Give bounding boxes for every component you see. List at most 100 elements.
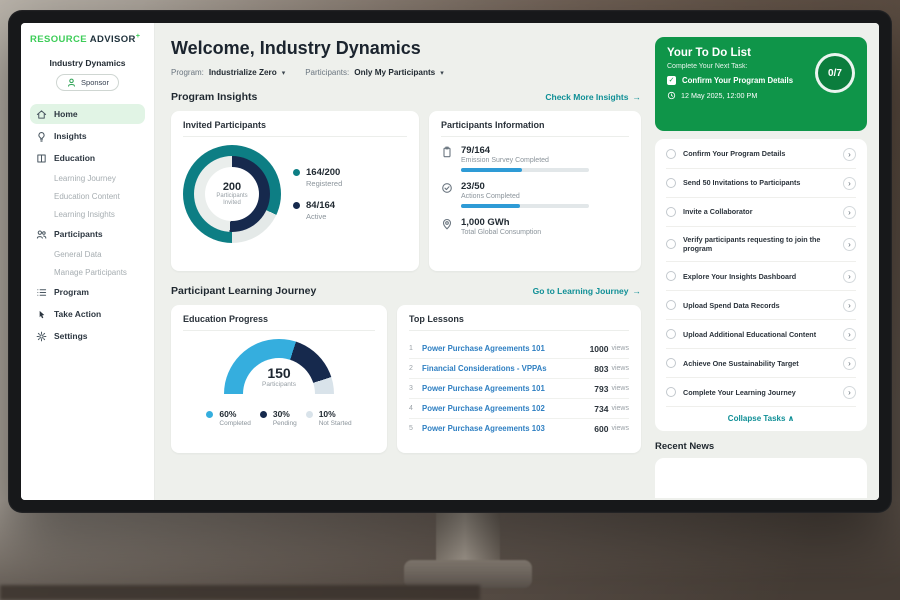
checkbox-icon[interactable] xyxy=(666,387,676,397)
person-icon xyxy=(66,77,77,88)
task-row[interactable]: Confirm Your Program Details › xyxy=(666,140,856,169)
lesson-row[interactable]: 1 Power Purchase Agreements 101 1000 vie… xyxy=(409,339,629,359)
lesson-link[interactable]: Power Purchase Agreements 101 xyxy=(422,384,594,393)
dashboard-screen: RESOURCE ADVISOR+ Industry Dynamics Spon… xyxy=(21,23,879,500)
education-gauge-chart: 150 Participants xyxy=(224,339,334,403)
legend-active: 84/164 Active xyxy=(293,200,342,221)
legend-value: 10% xyxy=(319,409,352,419)
legend-dot xyxy=(306,411,313,418)
sidebar-item-take-action[interactable]: Take Action xyxy=(30,304,145,324)
todo-progress-ring: 0/7 xyxy=(815,53,855,93)
program-insights-header: Program Insights Check More Insights → xyxy=(171,91,641,103)
check-more-insights-link[interactable]: Check More Insights → xyxy=(545,92,641,102)
stat-label: Emission Survey Completed xyxy=(461,157,589,164)
insights-cards-row: Invited Participants 200 Participants In… xyxy=(171,111,641,271)
sidebar-item-education[interactable]: Education xyxy=(30,148,145,168)
task-label: Explore Your Insights Dashboard xyxy=(683,272,836,282)
lesson-rank: 4 xyxy=(409,405,422,412)
sidebar-item-program[interactable]: Program xyxy=(30,282,145,302)
gauge-center-value: 150 xyxy=(224,365,334,381)
sidebar-item-label: Participants xyxy=(54,229,103,239)
sidebar-item-education-content[interactable]: Education Content xyxy=(30,188,145,204)
stat-global-consumption: 1,000 GWh Total Global Consumption xyxy=(441,217,629,236)
program-dropdown[interactable]: Program: Industrialize Zero ▾ xyxy=(171,68,285,77)
logo-plus: + xyxy=(136,33,141,40)
sidebar-item-participants[interactable]: Participants xyxy=(30,224,145,244)
arrow-right-icon: → xyxy=(633,92,642,102)
monitor-stand-base xyxy=(404,560,532,588)
sidebar-item-settings[interactable]: Settings xyxy=(30,326,145,346)
sidebar-item-label: Insights xyxy=(54,131,87,141)
checkbox-icon[interactable] xyxy=(666,329,676,339)
learning-journey-header: Participant Learning Journey Go to Learn… xyxy=(171,285,641,297)
lesson-link[interactable]: Financial Considerations - VPPAs xyxy=(422,364,594,373)
sidebar-item-label: Settings xyxy=(54,331,88,341)
legend-not-started: 10% Not Started xyxy=(306,409,352,427)
go-to-learning-journey-link[interactable]: Go to Learning Journey → xyxy=(533,286,641,296)
arrow-right-icon: → xyxy=(633,286,642,296)
chevron-right-icon[interactable]: › xyxy=(843,270,856,283)
lesson-link[interactable]: Power Purchase Agreements 101 xyxy=(422,344,590,353)
sidebar-item-manage-participants[interactable]: Manage Participants xyxy=(30,264,145,280)
progress-bar-fill xyxy=(461,168,522,172)
checkbox-checked-icon[interactable]: ✓ xyxy=(667,76,676,85)
chevron-down-icon: ▾ xyxy=(282,69,286,77)
legend-label: Pending xyxy=(273,420,297,427)
sidebar-item-learning-journey[interactable]: Learning Journey xyxy=(30,170,145,186)
checkbox-icon[interactable] xyxy=(666,178,676,188)
chevron-right-icon[interactable]: › xyxy=(843,148,856,161)
lesson-views: 803 xyxy=(594,364,608,374)
chevron-right-icon[interactable]: › xyxy=(843,357,856,370)
sidebar-item-insights[interactable]: Insights xyxy=(30,126,145,146)
app-logo: RESOURCE ADVISOR+ xyxy=(30,33,145,45)
task-label: Send 50 Invitations to Participants xyxy=(683,178,836,188)
top-lessons-card: Top Lessons 1 Power Purchase Agreements … xyxy=(397,305,641,453)
task-row[interactable]: Upload Additional Educational Content › xyxy=(666,320,856,349)
checkbox-icon[interactable] xyxy=(666,358,676,368)
checkbox-icon[interactable] xyxy=(666,149,676,159)
clipboard-icon xyxy=(441,146,453,158)
invited-donut-chart: 200 Participants Invited xyxy=(183,145,281,243)
chevron-right-icon[interactable]: › xyxy=(843,386,856,399)
task-row[interactable]: Explore Your Insights Dashboard › xyxy=(666,262,856,291)
participants-value: Only My Participants xyxy=(354,68,435,77)
checkbox-icon[interactable] xyxy=(666,271,676,281)
participants-label: Participants: xyxy=(305,68,349,77)
stat-value: 79/164 xyxy=(461,145,589,156)
lesson-row[interactable]: 5 Power Purchase Agreements 103 600 view… xyxy=(409,419,629,438)
chevron-right-icon[interactable]: › xyxy=(843,206,856,219)
task-row[interactable]: Invite a Collaborator › xyxy=(666,198,856,227)
task-row[interactable]: Verify participants requesting to join t… xyxy=(666,227,856,262)
checkbox-icon[interactable] xyxy=(666,207,676,217)
stat-value: 23/50 xyxy=(461,181,589,192)
sponsor-badge: Sponsor xyxy=(56,74,119,91)
lesson-link[interactable]: Power Purchase Agreements 103 xyxy=(422,424,594,433)
lesson-row[interactable]: 4 Power Purchase Agreements 102 734 view… xyxy=(409,399,629,419)
sidebar-item-home[interactable]: Home xyxy=(30,104,145,124)
chevron-right-icon[interactable]: › xyxy=(843,177,856,190)
lesson-row[interactable]: 3 Power Purchase Agreements 101 793 view… xyxy=(409,379,629,399)
donut-center-label: Participants Invited xyxy=(210,193,254,208)
chevron-right-icon[interactable]: › xyxy=(843,328,856,341)
task-row[interactable]: Upload Spend Data Records › xyxy=(666,291,856,320)
collapse-tasks-link[interactable]: Collapse Tasks ∧ xyxy=(666,407,856,427)
sidebar-item-learning-insights[interactable]: Learning Insights xyxy=(30,206,145,222)
participants-dropdown[interactable]: Participants: Only My Participants ▾ xyxy=(305,68,444,77)
progress-bar xyxy=(461,204,589,208)
chevron-right-icon[interactable]: › xyxy=(843,238,856,251)
task-label: Upload Additional Educational Content xyxy=(683,330,836,340)
card-title: Participants Information xyxy=(441,120,629,137)
stat-emission-survey: 79/164 Emission Survey Completed xyxy=(441,145,629,172)
checkbox-icon[interactable] xyxy=(666,300,676,310)
lesson-link[interactable]: Power Purchase Agreements 102 xyxy=(422,404,594,413)
recent-news-card xyxy=(655,458,867,498)
filters-row: Program: Industrialize Zero ▾ Participan… xyxy=(171,68,649,77)
chevron-right-icon[interactable]: › xyxy=(843,299,856,312)
task-row[interactable]: Achieve One Sustainability Target › xyxy=(666,349,856,378)
sidebar-item-general-data[interactable]: General Data xyxy=(30,246,145,262)
task-row[interactable]: Complete Your Learning Journey › xyxy=(666,378,856,407)
gauge-center-label: Participants xyxy=(224,381,334,388)
lesson-row[interactable]: 2 Financial Considerations - VPPAs 803 v… xyxy=(409,359,629,379)
checkbox-icon[interactable] xyxy=(666,239,676,249)
task-row[interactable]: Send 50 Invitations to Participants › xyxy=(666,169,856,198)
